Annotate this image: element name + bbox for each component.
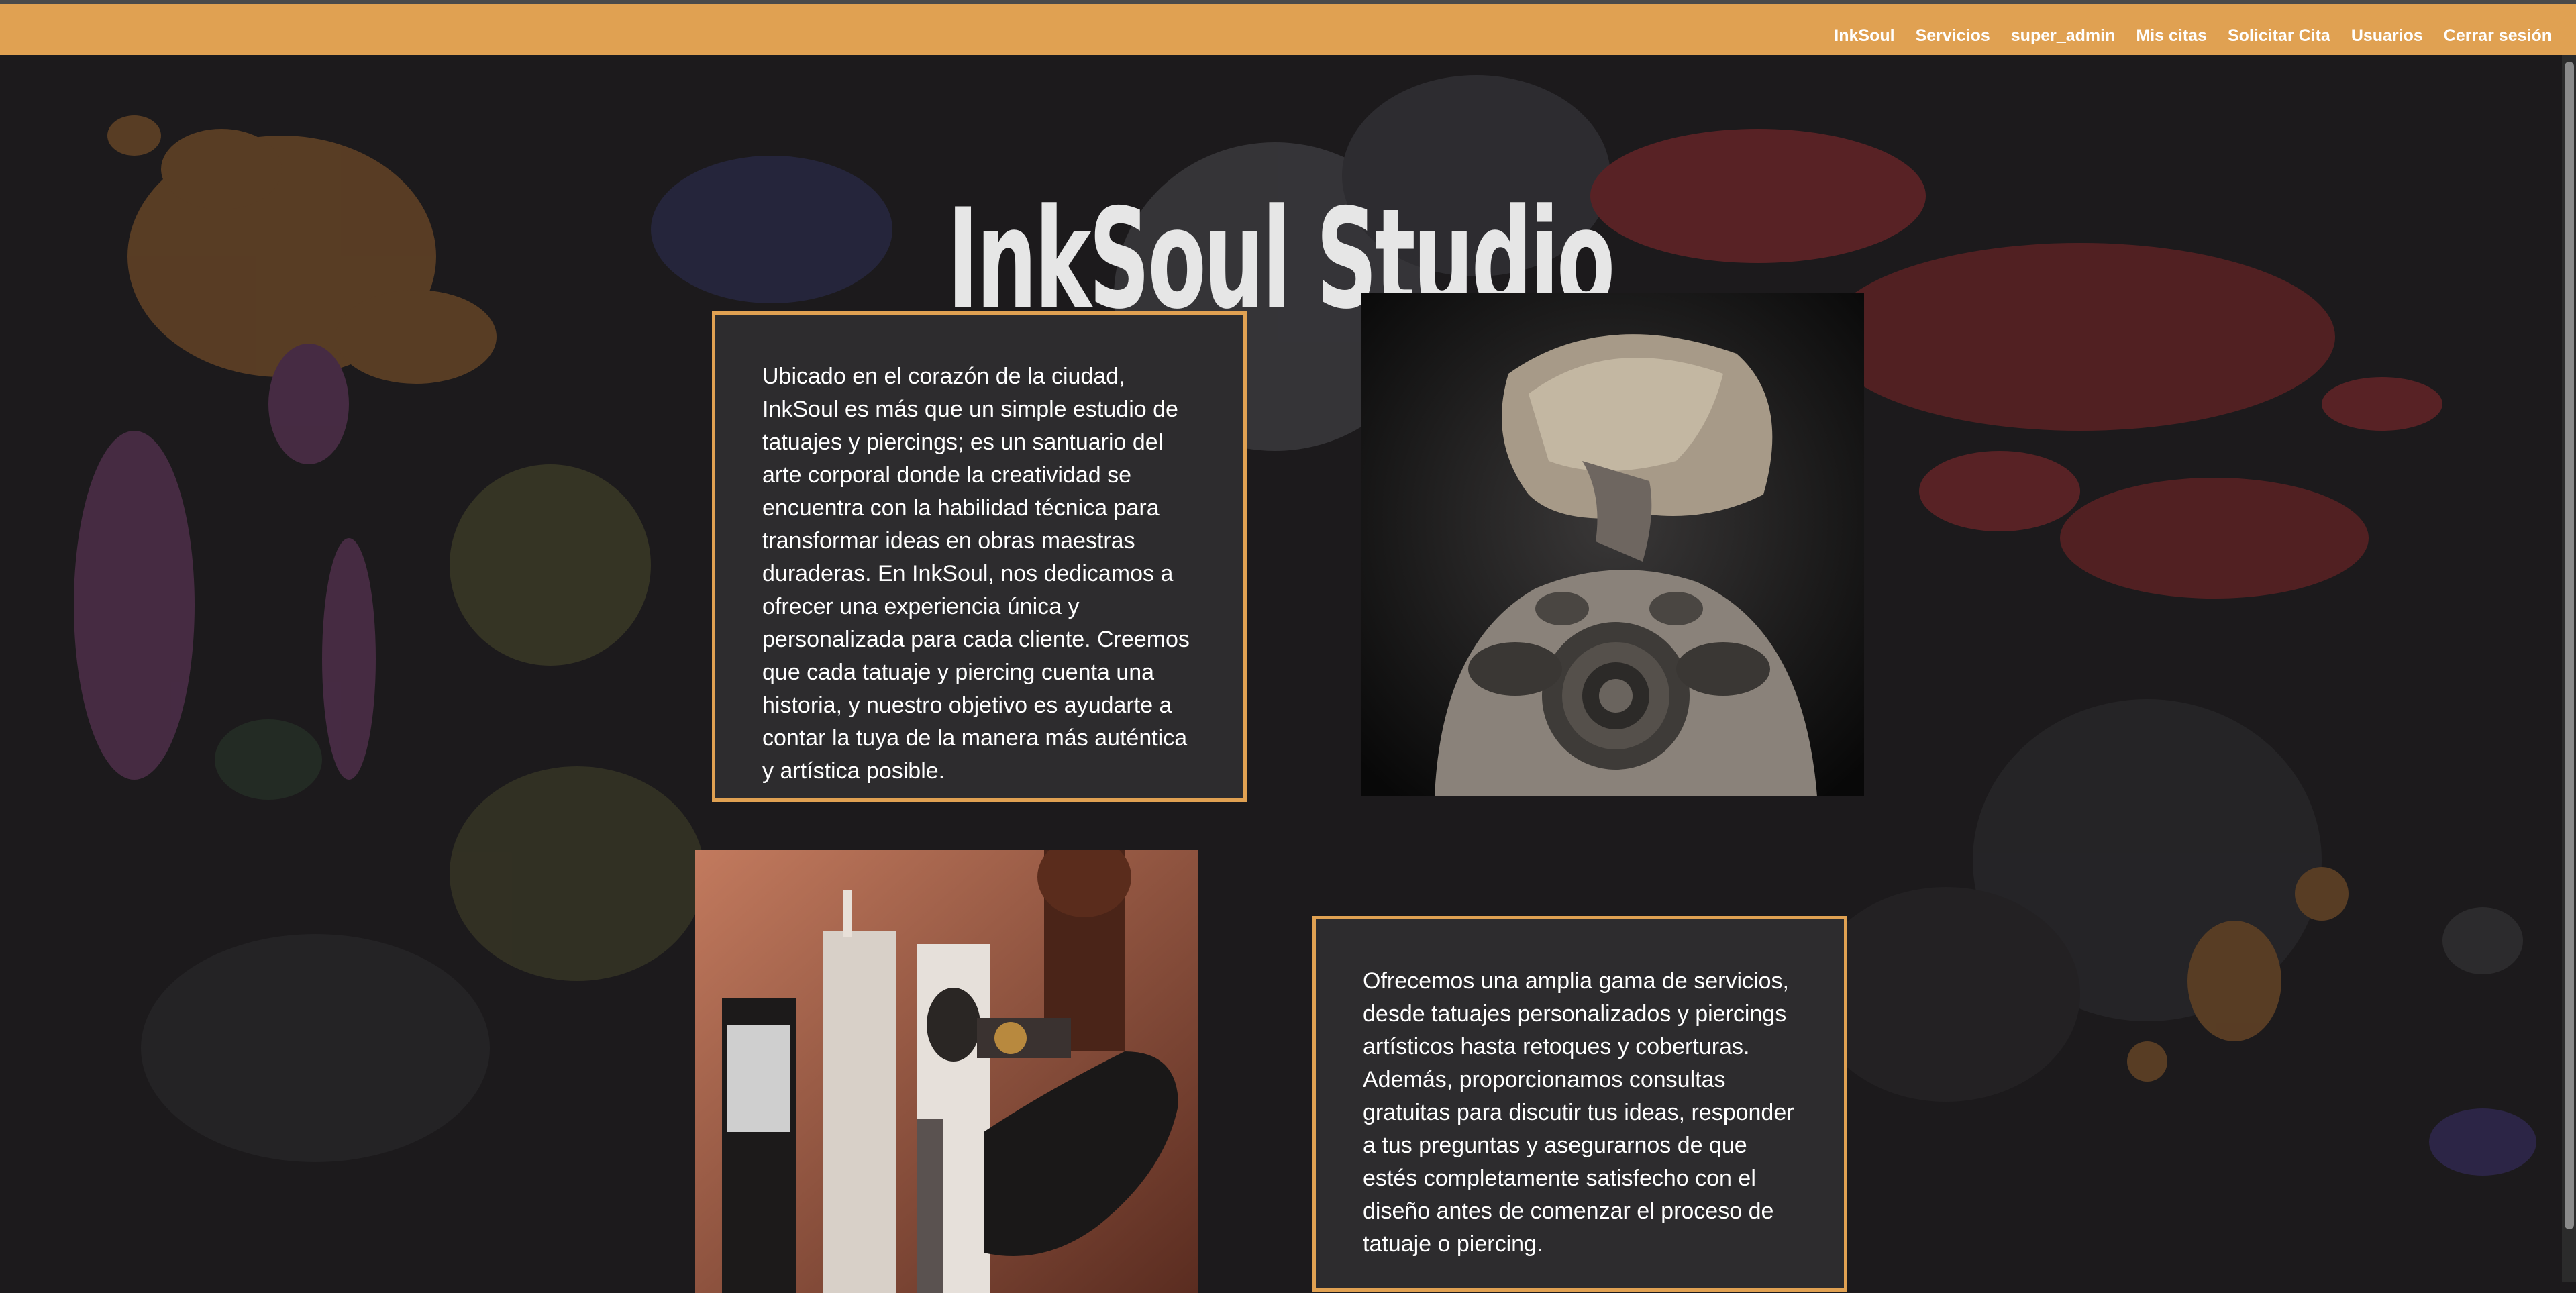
about-text: Ubicado en el corazón de la ciudad, InkS… [762, 364, 1190, 784]
scrollbar-thumb[interactable] [2565, 62, 2574, 1229]
nav-link-servicios[interactable]: Servicios [1916, 26, 1990, 46]
nav-link-cerrar-sesion[interactable]: Cerrar sesión [2444, 26, 2552, 46]
nav-link-inksoul[interactable]: InkSoul [1834, 26, 1894, 46]
tattoo-machine-photo [695, 850, 1198, 1293]
nav-link-mis-citas[interactable]: Mis citas [2136, 26, 2207, 46]
services-text: Ofrecemos una amplia gama de servicios, … [1363, 968, 1794, 1257]
services-card: Ofrecemos una amplia gama de servicios, … [1312, 916, 1847, 1292]
nav-link-usuarios[interactable]: Usuarios [2351, 26, 2423, 46]
nav-link-user[interactable]: super_admin [2011, 26, 2116, 46]
tattoo-back-photo [1361, 293, 1864, 796]
tattoo-machine-image [695, 850, 1198, 1293]
about-card: Ubicado en el corazón de la ciudad, InkS… [712, 311, 1247, 802]
woman-tattoo-image [1361, 293, 1864, 796]
navbar: InkSoul Servicios super_admin Mis citas … [0, 4, 2576, 55]
nav-link-solicitar-cita[interactable]: Solicitar Cita [2228, 26, 2330, 46]
